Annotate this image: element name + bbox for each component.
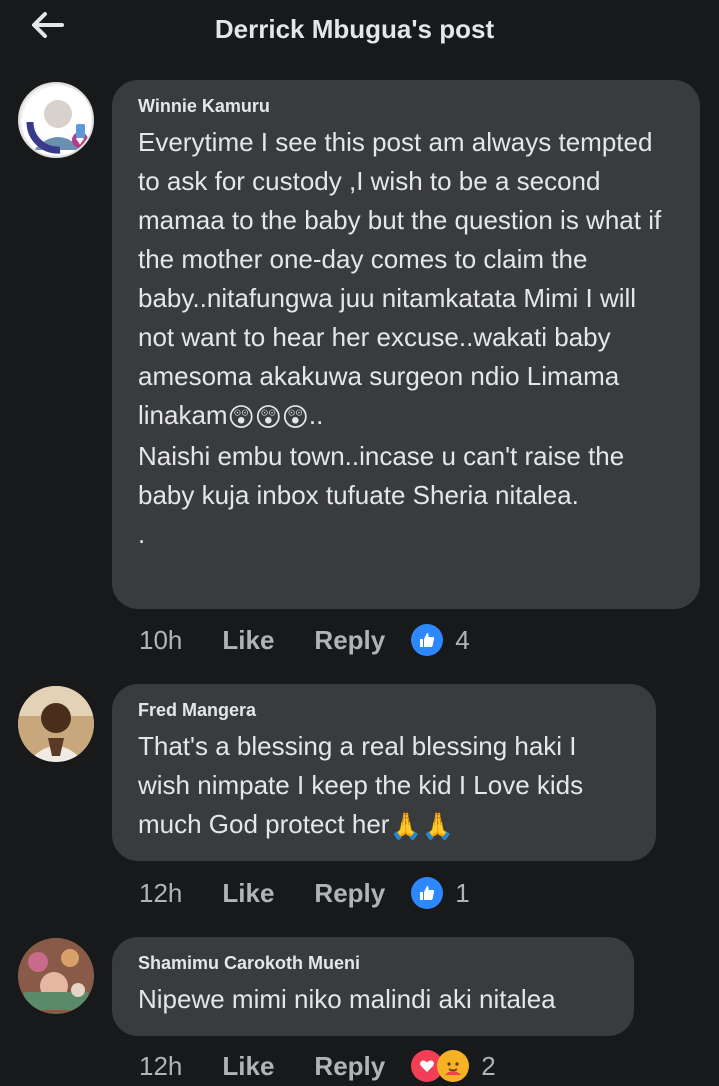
comment-text-part: . — [138, 519, 146, 549]
comment-text-part: .. — [308, 400, 324, 430]
comment-actions: 12h Like Reply 1 — [139, 873, 470, 913]
comment-text-part: Naishi embu town..incase u can't raise t… — [138, 441, 625, 510]
comment-text-part: Everytime I see this post am always temp… — [138, 127, 662, 430]
comment-text-part: That's a blessing a real blessing haki I… — [138, 731, 584, 839]
back-button[interactable] — [28, 8, 68, 42]
reaction-count[interactable]: 2 — [481, 1051, 495, 1082]
like-button[interactable]: Like — [222, 1051, 274, 1082]
comment-time[interactable]: 10h — [139, 625, 182, 656]
comment-text: Everytime I see this post am always temp… — [138, 123, 674, 554]
reaction-count[interactable]: 4 — [455, 625, 469, 656]
comment-bubble: Winnie Kamuru Everytime I see this post … — [112, 80, 700, 609]
folded-hands-emoji: 🙏🙏 — [389, 811, 455, 841]
avatar-frame-image — [22, 86, 92, 156]
comment-bubble: Fred Mangera That's a blessing a real bl… — [112, 684, 656, 861]
comment-actions: 12h Like Reply 2 — [139, 1046, 496, 1086]
reply-button[interactable]: Reply — [314, 625, 385, 656]
comment-actions: 10h Like Reply 4 — [139, 620, 470, 660]
avatar[interactable] — [18, 938, 94, 1014]
like-button[interactable]: Like — [222, 878, 274, 909]
avatar-photo — [18, 938, 94, 1014]
avatar-photo — [18, 686, 94, 762]
reply-button[interactable]: Reply — [314, 878, 385, 909]
comment-author[interactable]: Shamimu Carokoth Mueni — [138, 953, 608, 974]
comment-time[interactable]: 12h — [139, 1051, 182, 1082]
reply-button[interactable]: Reply — [314, 1051, 385, 1082]
comment-text: Nipewe mimi niko malindi aki nitalea — [138, 984, 556, 1014]
comment-author[interactable]: Fred Mangera — [138, 700, 630, 721]
care-reaction-icon[interactable] — [437, 1050, 470, 1082]
back-arrow-icon — [32, 12, 64, 38]
like-button[interactable]: Like — [222, 625, 274, 656]
comment-time[interactable]: 12h — [139, 878, 182, 909]
comment-text: That's a blessing a real blessing haki I… — [138, 727, 630, 846]
avatar[interactable] — [18, 686, 94, 762]
astonished-emoji: 😲😲😲 — [227, 402, 309, 432]
avatar[interactable] — [18, 82, 94, 158]
reaction-count[interactable]: 1 — [455, 878, 469, 909]
like-reaction-icon[interactable] — [411, 877, 444, 909]
like-reaction-icon[interactable] — [411, 624, 444, 656]
page-title: Derrick Mbugua's post — [214, 13, 495, 44]
comment-bubble: Shamimu Carokoth Mueni Nipewe mimi niko … — [112, 937, 634, 1036]
comment-author[interactable]: Winnie Kamuru — [138, 96, 674, 117]
top-bar: Derrick Mbugua's post — [0, 0, 719, 58]
